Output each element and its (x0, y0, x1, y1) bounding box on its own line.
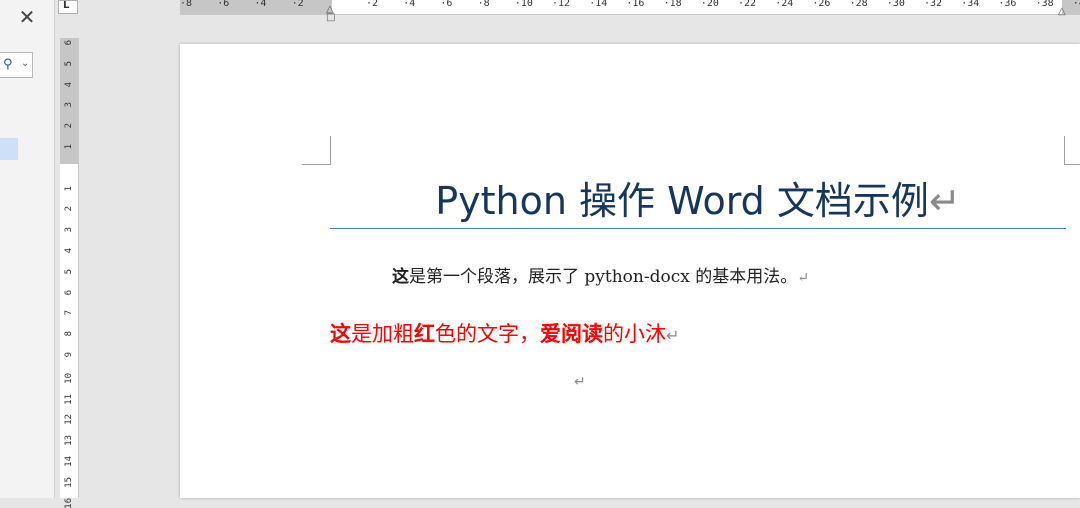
paragraph-2[interactable]: 这是加粗红色的文字，爱阅读的小沐↵ (330, 318, 679, 348)
ruler-tick-label: 4 (64, 81, 74, 88)
navigation-pane: ✕ ⚲ ⌄ (0, 0, 55, 498)
ruler-tick-label: 1 (64, 144, 74, 150)
ruler-tick-label: ·26 (812, 0, 831, 9)
ruler-tick-label: 5 (64, 60, 74, 67)
ruler-tick-label: ·14 (589, 0, 608, 9)
ruler-tick-label: ·6 (217, 0, 230, 9)
ruler-tick-label: 14 (64, 456, 74, 467)
navigation-search-box[interactable]: ⚲ ⌄ (0, 52, 33, 78)
ruler-tick-label: ·2 (291, 0, 304, 9)
paragraph-2-run: 色的文字， (435, 322, 540, 346)
ruler-tick-label: ·18 (663, 0, 682, 9)
ruler-tick-label: ·6 (440, 0, 453, 9)
ruler-tick-label: ·8 (477, 0, 490, 9)
ruler-tick-label: 9 (64, 352, 74, 358)
ruler-tick-label: 7 (64, 310, 74, 316)
left-tab-icon: L (63, 0, 70, 11)
ruler-tick-label: ·30 (886, 0, 905, 9)
ruler-tick-label: 15 (64, 476, 74, 488)
ruler-tick-label: ·38 (1035, 0, 1054, 9)
right-indent-marker[interactable]: △ (1058, 6, 1068, 17)
paragraph-1[interactable]: 这是第一个段落，展示了 python-docx 的基本用法。↵ (392, 262, 809, 287)
chevron-down-icon[interactable]: ⌄ (21, 58, 29, 69)
paragraph-2-run: 红 (414, 322, 435, 346)
ruler-tick-label: ·40 (1072, 0, 1080, 9)
ruler-tick-label: 3 (64, 102, 74, 108)
ruler-tick-label: ·8 (180, 0, 193, 9)
ruler-tick-label: ·22 (738, 0, 757, 9)
ruler-tick-label: 8 (64, 331, 74, 337)
document-title-text: Python 操作 Word 文档示例 (435, 179, 929, 223)
ruler-tick-label: ·28 (849, 0, 868, 9)
navigation-heading-selected[interactable] (0, 138, 18, 160)
ruler-tick-label: 2 (64, 206, 74, 212)
close-navigation-button[interactable]: ✕ (16, 6, 38, 28)
crop-mark-left (302, 136, 331, 165)
ruler-tick-label: 3 (64, 227, 74, 233)
vertical-ruler[interactable]: 6 5 4 3 2 1 1 2 3 4 5 6 7 8 9 10 11 12 13 14 15 16 (60, 38, 79, 508)
ruler-tick-label: ·34 (961, 0, 980, 9)
paragraph-mark: ↵ (928, 179, 961, 223)
ruler-tick-label: 16 (64, 497, 74, 508)
paragraph-mark: ↵ (666, 326, 680, 345)
close-icon: ✕ (18, 5, 36, 29)
ruler-tick-label: ·4 (403, 0, 416, 9)
horizontal-ruler[interactable]: ·8 ·6 ·4 ·2 ·2 ·4 ·6 ·8 ·10 ·12 ·14 ·16 ·18 ·20 ·22 ·24… (180, 0, 1080, 15)
ruler-tick-label: 13 (64, 435, 74, 447)
paragraph-mark: ↵ (574, 374, 586, 390)
ruler-tick-label: 11 (64, 393, 74, 405)
ruler-tick-label: 6 (64, 40, 74, 46)
paragraph-mark: ↵ (797, 270, 809, 286)
left-indent-marker[interactable]: △ □ (326, 5, 336, 23)
ruler-tick-label: 1 (64, 185, 74, 192)
title-underline-rule (330, 228, 1066, 229)
paragraph-1-run: 是第一个段落，展示了 python-docx 的基本用法。 (409, 267, 798, 287)
ruler-tick-label: ·4 (254, 0, 267, 9)
ruler-tick-label: ·16 (626, 0, 645, 9)
ruler-tick-label: 12 (64, 414, 74, 426)
ruler-tick-label: ·36 (998, 0, 1017, 9)
search-icon: ⚲ (3, 57, 13, 72)
ruler-tick-label: ·24 (775, 0, 794, 9)
paragraph-1-bold-run: 这 (392, 267, 409, 287)
crop-mark-right (1064, 136, 1080, 165)
tab-selector[interactable]: L (58, 0, 78, 14)
ruler-tick-label: 6 (64, 289, 74, 296)
ruler-tick-label: ·32 (924, 0, 943, 9)
document-page[interactable]: Python 操作 Word 文档示例↵ 这是第一个段落，展示了 python-… (180, 44, 1080, 498)
paragraph-2-run: 爱阅读 (540, 322, 603, 346)
paragraph-2-run: 的小沐 (603, 322, 666, 346)
ruler-tick-label: 10 (64, 372, 74, 384)
ruler-tick-label: 5 (64, 268, 74, 275)
ruler-tick-label: ·2 (366, 0, 379, 9)
ruler-tick-label: ·12 (552, 0, 571, 9)
ruler-tick-label: 4 (64, 248, 74, 254)
paragraph-2-run: 这 (330, 322, 351, 346)
empty-paragraph[interactable]: ↵ (574, 374, 586, 390)
ruler-tick-label: ·20 (700, 0, 719, 9)
ruler-tick-label: ·10 (514, 0, 533, 9)
ruler-tick-label: 2 (64, 123, 74, 129)
paragraph-2-run: 是加粗 (351, 322, 414, 346)
document-title[interactable]: Python 操作 Word 文档示例↵ (330, 170, 1066, 225)
